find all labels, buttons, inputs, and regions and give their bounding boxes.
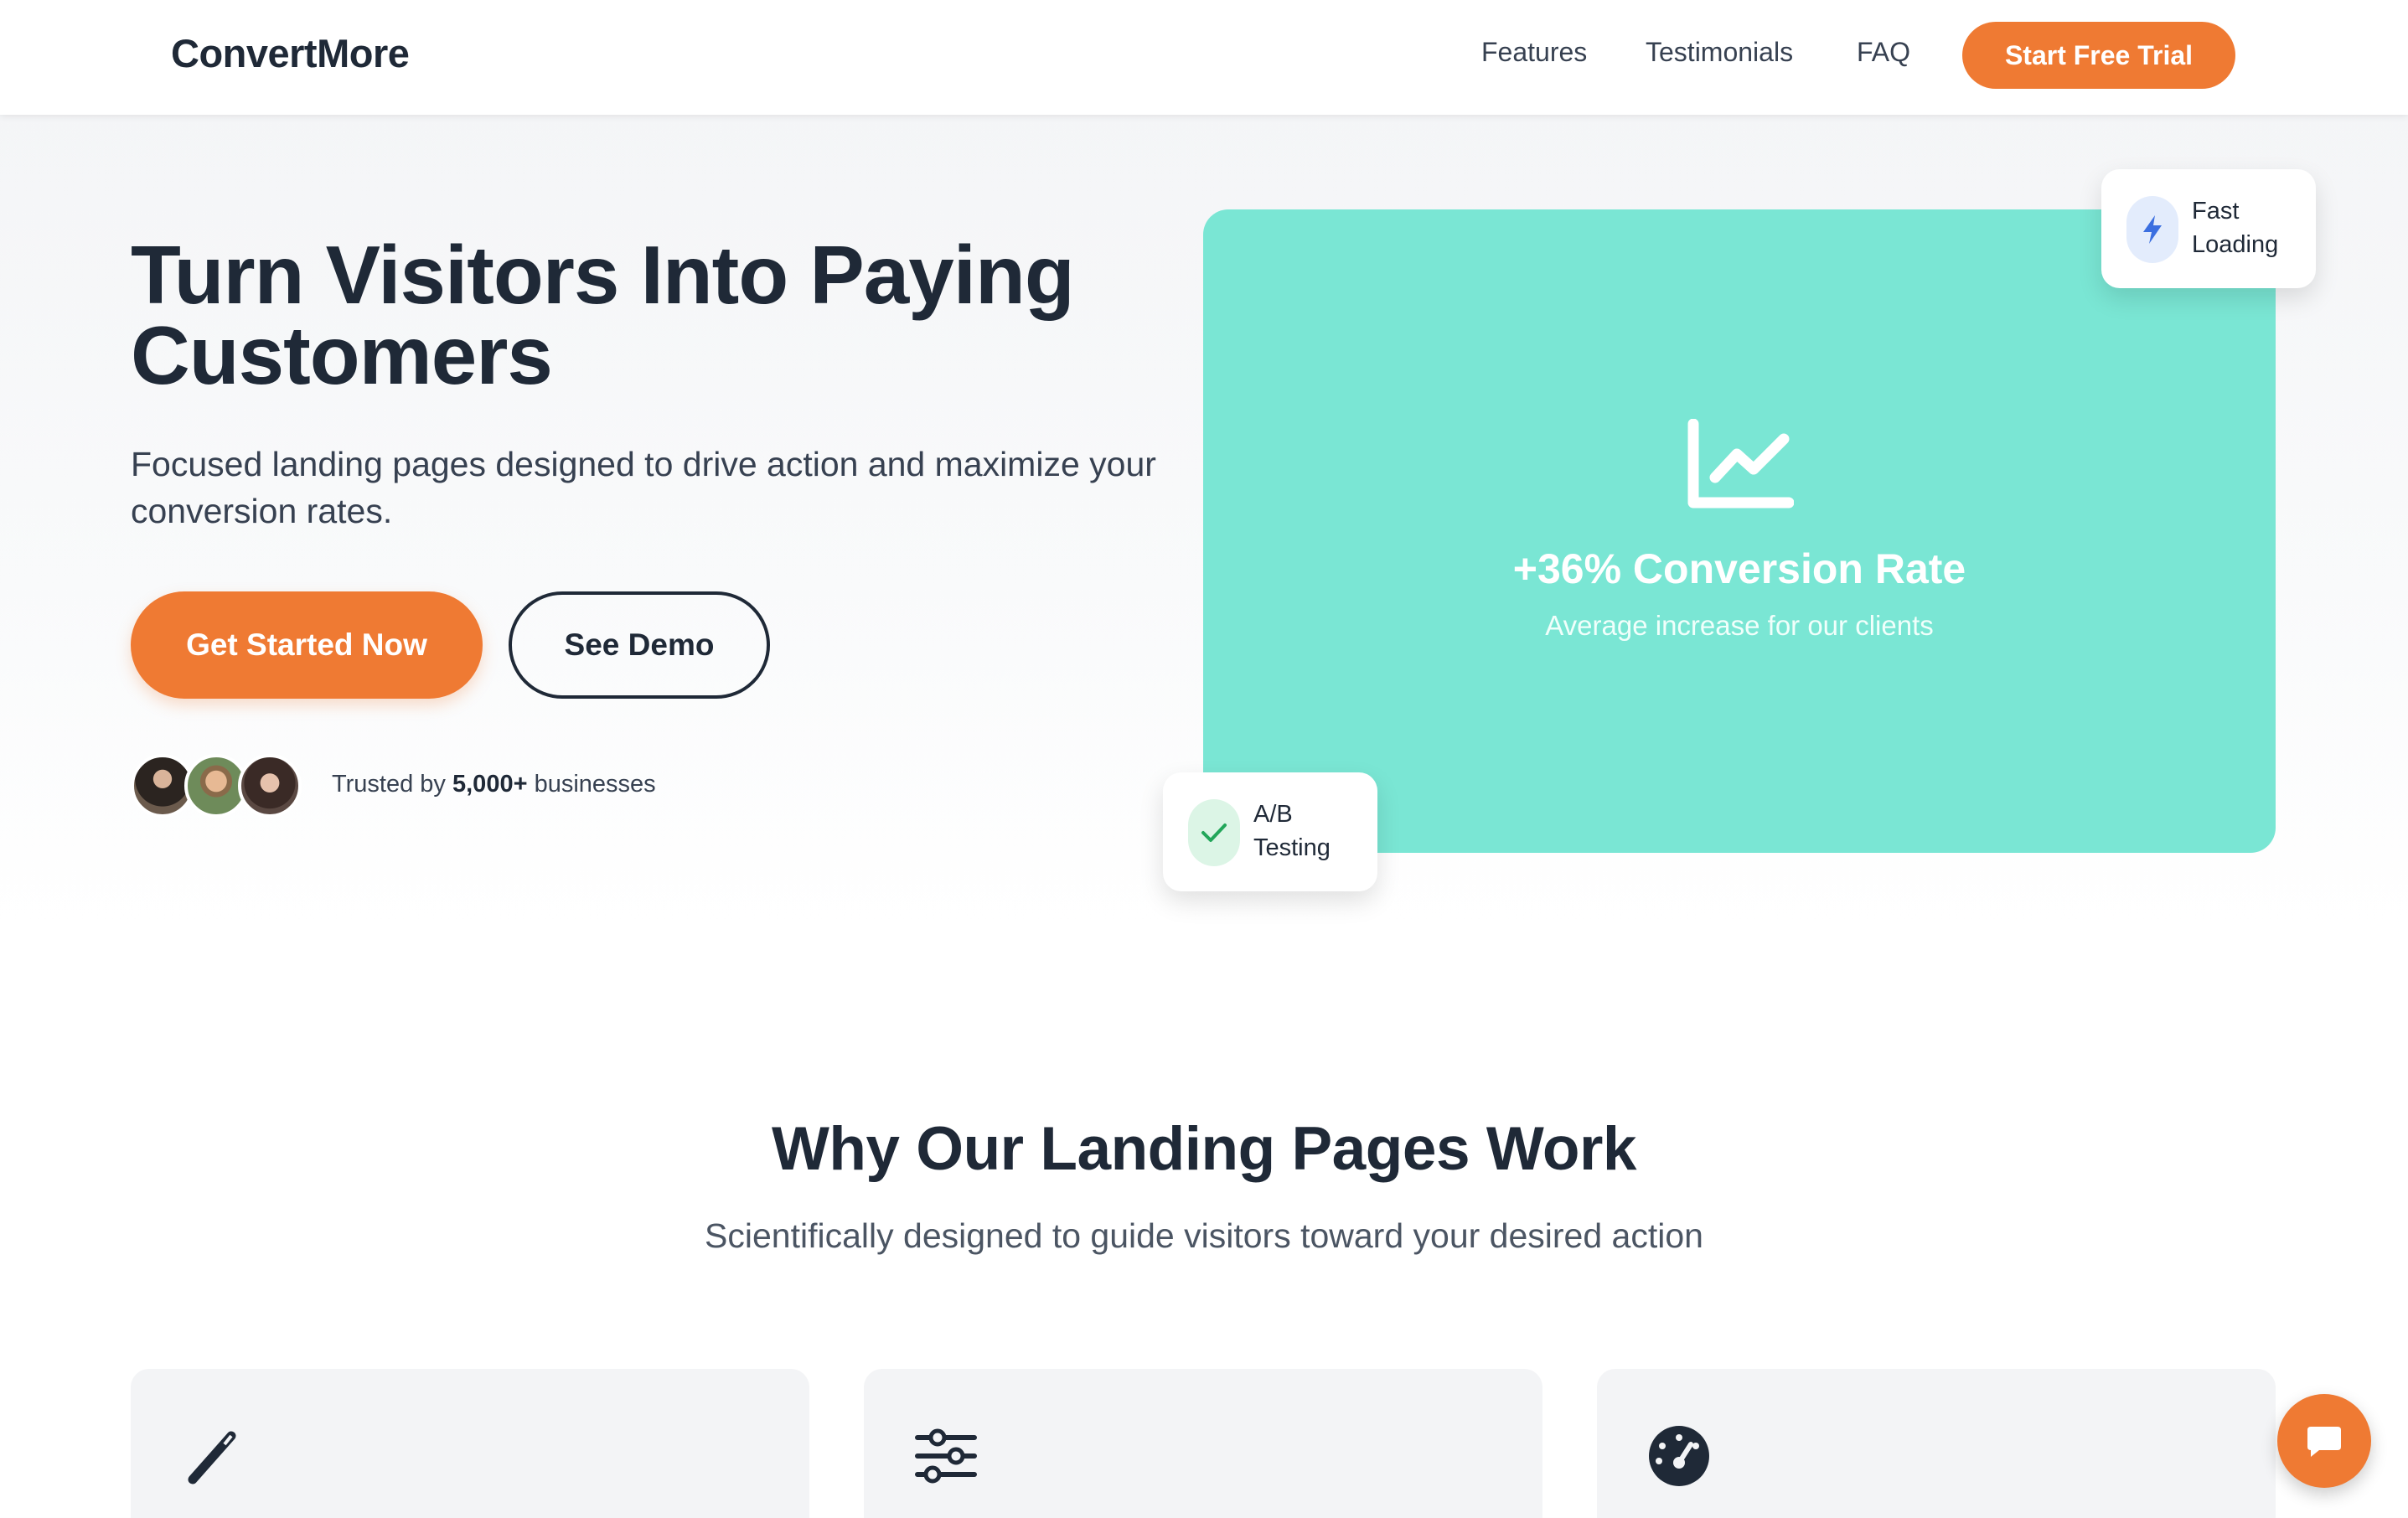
hero-subtitle: Focused landing pages designed to drive … <box>131 445 1156 530</box>
trust-prefix: Trusted by <box>332 771 446 798</box>
chat-button[interactable] <box>2277 1394 2371 1488</box>
nav-link-faq[interactable]: FAQ <box>1857 37 1910 68</box>
fast-loading-badge: Fast Loading <box>2101 169 2316 288</box>
feature-card <box>864 1369 1542 1518</box>
speedometer-icon <box>1649 1426 1709 1486</box>
customer-avatars <box>131 754 307 818</box>
badge-line: Fast <box>2192 198 2240 225</box>
stat-value: +36% Conversion Rate <box>1512 545 1966 592</box>
trust-text: Trusted by 5,000+ businesses <box>332 771 656 798</box>
nav-link-features[interactable]: Features <box>1481 37 1587 68</box>
check-icon <box>1188 799 1240 866</box>
trust-suffix: businesses <box>534 771 656 798</box>
stat-caption: Average increase for our clients <box>1545 610 1934 641</box>
hero-title: Turn Visitors Into Paying Customers <box>131 229 1075 401</box>
badge-line: Loading <box>2192 231 2279 258</box>
top-navbar: ConvertMore Features Testimonials FAQ St… <box>0 0 2408 115</box>
chat-bubble-icon <box>2307 1427 2341 1457</box>
fast-loading-label: Fast Loading <box>2192 194 2301 261</box>
badge-line: Testing <box>1253 834 1331 861</box>
brand-logo[interactable]: ConvertMore <box>171 30 410 76</box>
avatar <box>238 754 302 818</box>
trust-count: 5,000+ <box>452 771 528 798</box>
nav-link-testimonials[interactable]: Testimonials <box>1646 37 1793 68</box>
ab-testing-label: A/B Testing <box>1253 798 1362 865</box>
see-demo-button[interactable]: See Demo <box>509 591 770 699</box>
start-free-trial-button[interactable]: Start Free Trial <box>1962 22 2235 89</box>
feature-card <box>1597 1369 2276 1518</box>
bolt-icon <box>2126 196 2178 263</box>
badge-line: A/B <box>1253 801 1293 828</box>
get-started-button[interactable]: Get Started Now <box>131 591 483 699</box>
sliders-icon <box>915 1428 977 1484</box>
ab-testing-badge: A/B Testing <box>1163 772 1377 891</box>
section-subtitle: Scientifically designed to guide visitor… <box>705 1216 1703 1255</box>
chart-line-icon <box>1687 419 1794 509</box>
section-title: Why Our Landing Pages Work <box>771 1115 1637 1183</box>
conversion-stat-card: +36% Conversion Rate Average increase fo… <box>1203 209 2276 853</box>
magic-wand-icon <box>188 1431 236 1484</box>
feature-card <box>131 1369 809 1518</box>
